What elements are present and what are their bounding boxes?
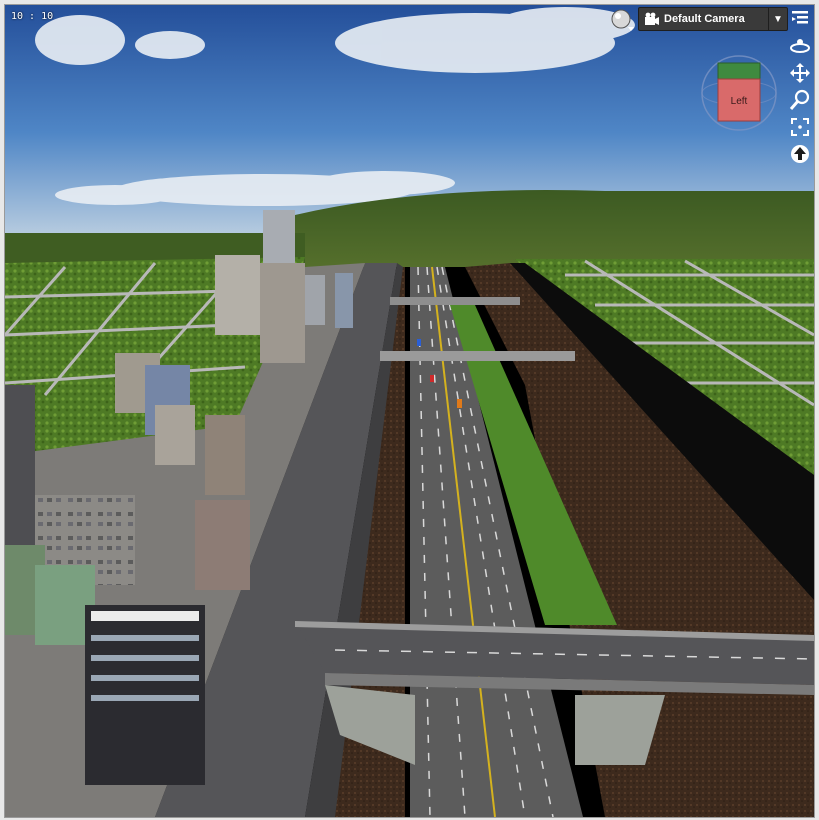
chevron-down-icon[interactable]: ▼ [768,8,787,30]
zoom-icon[interactable] [789,89,811,111]
pan-icon[interactable] [789,62,811,84]
frame-icon[interactable] [789,116,811,138]
orbit-icon[interactable] [789,35,811,57]
fps-readout: 10 : 10 [11,11,54,22]
dolly-icon[interactable] [789,143,811,165]
car [457,399,462,408]
3d-viewport[interactable]: 10 : 10 Default Camera ▼ Left [4,4,815,818]
car [430,375,434,382]
viewport-menu-icon[interactable] [789,7,811,29]
camera-label: Default Camera [664,13,745,25]
scene-render[interactable] [5,5,814,817]
draw-style-sphere-icon[interactable] [609,7,635,33]
view-cube[interactable]: Left [699,53,779,133]
car [417,339,421,346]
camera-icon [645,12,659,25]
cube-face-label: Left [731,96,748,107]
camera-dropdown[interactable]: Default Camera ▼ [638,7,788,31]
forest-hill [295,190,814,267]
cube-top-face[interactable] [717,62,761,80]
